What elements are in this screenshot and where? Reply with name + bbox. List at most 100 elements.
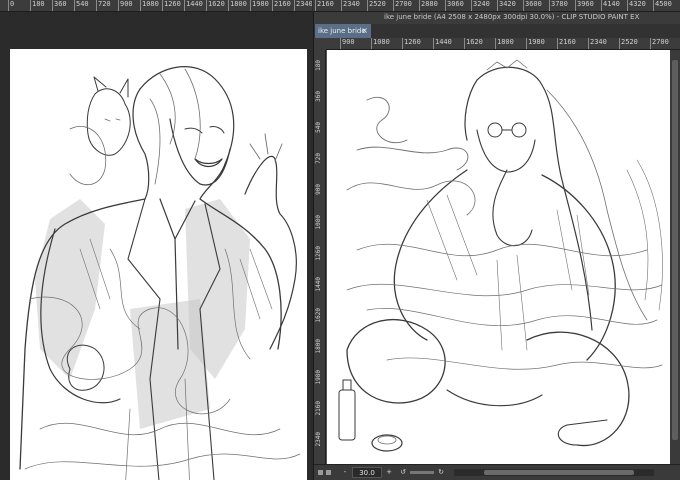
right-ruler-tick-label: 3780 [551,0,568,8]
left-ruler-tick-label: 720 [98,0,111,8]
right-ruler-tick-label: 2160 [317,0,334,8]
left-ruler-tick-label: 1980 [252,0,269,8]
left-ruler-tick-label: 1440 [186,0,203,8]
left-ruler-tick-label: 900 [120,0,133,8]
document-tab-label: ike june bride [318,27,366,35]
right-ruler-tick-label: 2700 [395,0,412,8]
inner-ruler-v-tick-label: 180 [315,60,322,71]
inner-ruler-h-tick [619,38,620,49]
left-ruler-tick-label: 1620 [208,0,225,8]
inner-ruler-h-tick-label: 2340 [590,38,607,46]
left-ruler-tick [96,0,97,11]
left-ruler-tick-label: 1800 [230,0,247,8]
right-ruler-tick-label: 3060 [447,0,464,8]
right-ruler-tick [315,0,316,11]
right-ruler-tick-label: 2340 [343,0,360,8]
left-ruler-tick [52,0,53,11]
inner-ruler-v-tick-label: 900 [315,184,322,195]
left-ruler-tick [8,0,9,11]
inner-ruler-h-tick [371,38,372,49]
inner-ruler-v-tick-label: 360 [315,91,322,102]
left-ruler-tick [162,0,163,11]
inner-ruler-vertical: 180 360 540 720 900 1080 1260 1440 1620 1800 1980 2… [314,50,326,464]
inner-ruler-h-tick-label: 900 [342,38,355,46]
left-ruler-tick [272,0,273,11]
inner-ruler-v-tick-label: 1800 [315,339,322,354]
right-ruler-tick-label: 3600 [525,0,542,8]
bride-sketch [338,59,663,452]
left-ruler-tick [206,0,207,11]
horizontal-scrollbar-thumb[interactable] [484,470,634,475]
navigator-icons [316,467,338,478]
left-ruler-horizontal: 0 180 360 540 720 900 1080 1260 1440 1620 1800 1980… [0,0,312,12]
right-ruler-tick [393,0,394,11]
inner-ruler-h-tick-label: 2520 [621,38,638,46]
fit-icon[interactable] [326,470,331,475]
rotate-right-icon[interactable]: ↻ [436,467,446,478]
zoom-out-button[interactable]: - [340,467,350,478]
right-ruler-tick [523,0,524,11]
right-ruler-tick [575,0,576,11]
left-ruler-tick-label: 360 [54,0,67,8]
left-ruler-tick-label: 2340 [296,0,312,8]
right-ruler-tick [419,0,420,11]
right-canvas-area[interactable] [326,50,671,464]
right-ruler-tick [497,0,498,11]
inner-ruler-h-tick [464,38,465,49]
right-canvas-sketch[interactable] [327,50,670,464]
left-canvas-area[interactable] [0,12,312,480]
right-ruler-tick-label: 3420 [499,0,516,8]
groom-sketch [19,66,301,480]
inner-ruler-h-tick [526,38,527,49]
left-ruler-tick [184,0,185,11]
inner-ruler-v-tick-label: 1080 [315,215,322,230]
inner-ruler-horizontal: 900 1080 1260 1440 1620 1800 1980 2160 2340 2520 2… [326,38,680,50]
left-canvas-sketch[interactable] [10,49,307,480]
right-ruler-tick [627,0,628,11]
inner-ruler-h-tick-label: 1440 [435,38,452,46]
vertical-scrollbar[interactable] [670,50,680,464]
inner-ruler-h-tick [588,38,589,49]
left-ruler-tick [294,0,295,11]
status-bar: - 30.0 + ↺ ↻ [314,464,680,480]
left-ruler-tick-label: 540 [76,0,89,8]
inner-ruler-h-tick-label: 1980 [528,38,545,46]
right-ruler-tick-label: 3240 [473,0,490,8]
inner-ruler-h-tick [340,38,341,49]
rotate-left-icon[interactable]: ↺ [398,467,408,478]
vertical-scrollbar-thumb[interactable] [672,60,678,440]
close-icon[interactable]: × [361,24,368,37]
inner-ruler-h-tick [650,38,651,49]
document-tab-bar: ike june bride × [314,24,680,38]
left-ruler-tick-label: 180 [32,0,45,8]
inner-ruler-h-tick [557,38,558,49]
right-ruler-tick [445,0,446,11]
left-ruler-tick [140,0,141,11]
navigator-icon[interactable] [318,470,323,475]
zoom-in-button[interactable]: + [384,467,394,478]
left-ruler-tick [74,0,75,11]
horizontal-scrollbar[interactable] [454,469,654,476]
inner-ruler-h-tick-label: 2160 [559,38,576,46]
right-ruler-tick-label: 4500 [655,0,672,8]
zoom-input[interactable]: 30.0 [352,467,382,478]
inner-ruler-h-tick-label: 1800 [497,38,514,46]
right-ruler-tick-label: 4320 [629,0,646,8]
ruler-corner [314,38,326,50]
inner-ruler-h-tick-label: 2700 [652,38,669,46]
inner-ruler-v-tick-label: 1620 [315,308,322,323]
inner-ruler-v-tick-label: 1440 [315,277,322,292]
inner-ruler-h-tick-label: 1080 [373,38,390,46]
right-ruler-tick [341,0,342,11]
document-window[interactable]: ike june bride (A4 2508 x 2480px 300dpi … [313,12,680,480]
left-ruler-tick [228,0,229,11]
right-ruler-tick-label: 2520 [369,0,386,8]
document-tab[interactable]: ike june bride × [315,24,371,38]
window-titlebar[interactable]: ike june bride (A4 2508 x 2480px 300dpi … [314,12,680,24]
rotate-slider[interactable] [410,471,434,474]
window-title: ike june bride (A4 2508 x 2480px 300dpi … [384,13,640,21]
right-ruler-tick-label: 2880 [421,0,438,8]
left-ruler-tick [30,0,31,11]
right-ruler-tick-label: 3960 [577,0,594,8]
inner-ruler-h-tick-label: 1620 [466,38,483,46]
